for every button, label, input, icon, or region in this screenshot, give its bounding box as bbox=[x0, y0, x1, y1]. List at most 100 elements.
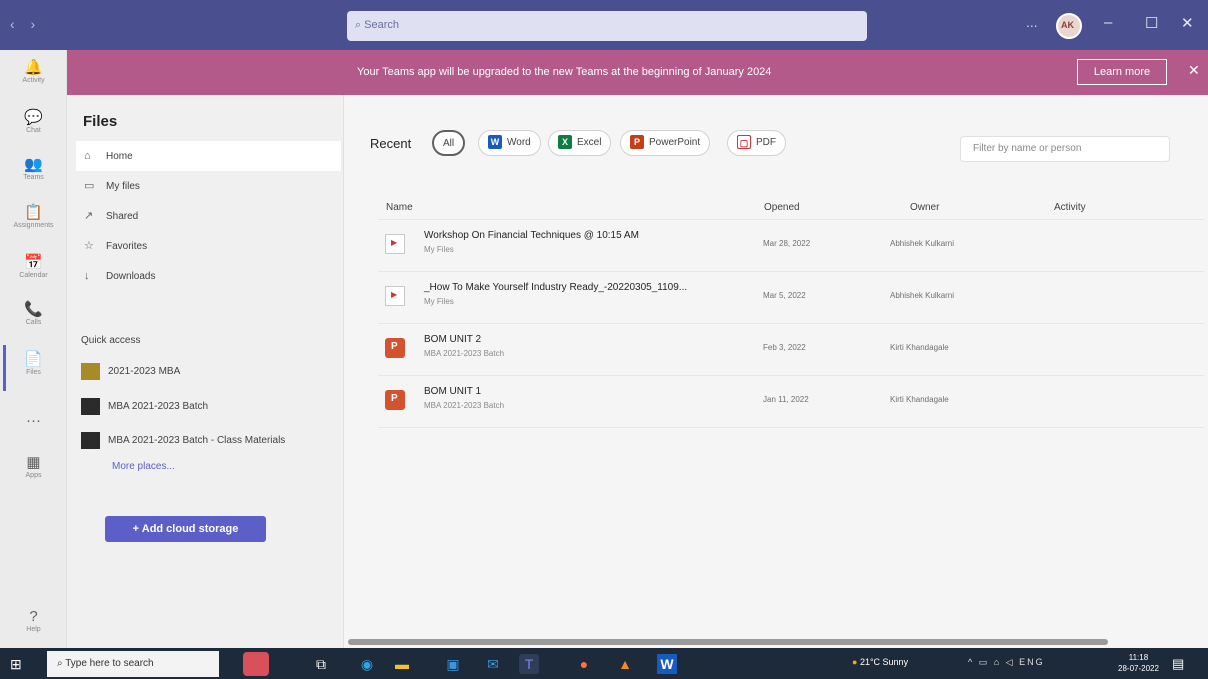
banner-message: Your Teams app will be upgraded to the n… bbox=[357, 66, 772, 78]
quick-access-title: Quick access bbox=[81, 335, 141, 346]
filter-chip-excel[interactable]: X Excel bbox=[548, 130, 612, 156]
filter-chip-word[interactable]: W Word bbox=[478, 130, 541, 156]
quick-access-item[interactable]: MBA 2021-2023 Batch bbox=[81, 396, 208, 418]
avatar-initials: AK bbox=[1061, 20, 1074, 30]
horizontal-scrollbar[interactable] bbox=[348, 639, 1108, 645]
rail-files[interactable]: 📄 Files bbox=[0, 350, 67, 376]
rail-teams[interactable]: 👥 Teams bbox=[0, 155, 67, 181]
file-row[interactable]: Workshop On Financial Techniques @ 10:15… bbox=[378, 220, 1204, 272]
file-icon: 📄 bbox=[24, 351, 43, 368]
rail-activity[interactable]: 🔔 Activity bbox=[0, 58, 67, 84]
avatar[interactable]: AK bbox=[1056, 13, 1082, 39]
folder-icon: ▭ bbox=[84, 180, 95, 192]
files-main: Recent All W Word X Excel P PowerPoint ▢ PDF… bbox=[344, 95, 1208, 648]
rail-assignments[interactable]: 📋 Assignments bbox=[0, 203, 67, 229]
file-name[interactable]: BOM UNIT 1 bbox=[424, 386, 481, 397]
phone-icon: 📞 bbox=[24, 301, 43, 318]
banner-close-icon[interactable]: ✕ bbox=[1188, 62, 1200, 79]
share-icon: ↗ bbox=[84, 210, 94, 222]
history-nav-arrows[interactable]: ‹ › bbox=[10, 16, 41, 32]
file-owner: Kirti Khandagale bbox=[890, 395, 949, 404]
upgrade-banner: Your Teams app will be upgraded to the n… bbox=[67, 50, 1208, 95]
column-header-name[interactable]: Name bbox=[386, 202, 413, 213]
column-header-owner[interactable]: Owner bbox=[910, 202, 939, 213]
rail-more[interactable]: ··· bbox=[0, 412, 67, 429]
minimize-button[interactable]: – bbox=[1104, 14, 1112, 31]
file-explorer-icon[interactable]: ▬ bbox=[392, 654, 412, 674]
nav-home[interactable]: ⌂ Home bbox=[76, 141, 341, 171]
file-row[interactable]: BOM UNIT 1 MBA 2021-2023 Batch Jan 11, 2… bbox=[378, 376, 1204, 428]
search-icon: ⌕ bbox=[355, 19, 362, 31]
nav-downloads[interactable]: ↓ Downloads bbox=[76, 261, 341, 291]
assignments-icon: 📋 bbox=[24, 204, 43, 221]
star-icon: ☆ bbox=[84, 240, 94, 252]
file-opened-date: Mar 5, 2022 bbox=[763, 291, 806, 300]
file-location: My Files bbox=[424, 297, 454, 306]
vlc-icon[interactable]: ▲ bbox=[615, 654, 635, 674]
rail-calendar[interactable]: 📅 Calendar bbox=[0, 253, 67, 279]
taskbar-search[interactable]: ⌕ Type here to search bbox=[47, 651, 219, 677]
word-icon: W bbox=[488, 135, 502, 150]
column-header-activity[interactable]: Activity bbox=[1054, 202, 1086, 213]
filter-chip-pdf[interactable]: ▢ PDF bbox=[727, 130, 786, 156]
windows-taskbar: ⊞ ⌕ Type here to search ⧉ ◉ ▬ ▣ ✉ T ● ▲ … bbox=[0, 648, 1208, 679]
notification-icon[interactable]: ▤ bbox=[1172, 656, 1184, 672]
filter-chip-all[interactable]: All bbox=[432, 130, 466, 156]
more-places-link[interactable]: More places... bbox=[112, 461, 175, 472]
nav-shared[interactable]: ↗ Shared bbox=[76, 201, 341, 231]
close-button[interactable]: ✕ bbox=[1181, 14, 1194, 32]
filter-input[interactable]: Filter by name or person bbox=[960, 136, 1170, 162]
chat-icon: 💬 bbox=[24, 109, 43, 126]
quick-access-item[interactable]: 2021-2023 MBA bbox=[81, 361, 180, 383]
file-opened-date: Mar 28, 2022 bbox=[763, 239, 811, 248]
clock[interactable]: 11:18 28-07-2022 bbox=[1118, 652, 1159, 674]
maximize-button[interactable]: ☐ bbox=[1145, 14, 1158, 32]
learn-more-button[interactable]: Learn more bbox=[1077, 59, 1167, 85]
video-file-icon bbox=[385, 234, 405, 254]
system-tray[interactable]: ^ ▭ ⌂ ◁ ENG bbox=[968, 657, 1045, 668]
sun-icon: ● bbox=[852, 657, 860, 667]
file-name[interactable]: _How To Make Yourself Industry Ready_-20… bbox=[424, 282, 687, 293]
weather-widget[interactable]: ● 21°C Sunny bbox=[852, 657, 908, 667]
rail-calls[interactable]: 📞 Calls bbox=[0, 300, 67, 326]
word-app-icon[interactable]: W bbox=[657, 654, 677, 674]
nav-my-files[interactable]: ▭ My files bbox=[76, 171, 341, 201]
files-title: Files bbox=[83, 113, 118, 130]
firefox-icon[interactable]: ● bbox=[574, 654, 594, 674]
file-name[interactable]: Workshop On Financial Techniques @ 10:15… bbox=[424, 230, 639, 241]
rail-chat[interactable]: 💬 Chat bbox=[0, 108, 67, 134]
task-view-icon[interactable]: ⧉ bbox=[311, 654, 331, 674]
apps-icon: ▦ bbox=[26, 454, 41, 471]
edge-icon[interactable]: ◉ bbox=[357, 654, 377, 674]
file-name[interactable]: BOM UNIT 2 bbox=[424, 334, 481, 345]
download-icon: ↓ bbox=[84, 270, 90, 282]
settings-more-button[interactable]: ... bbox=[1026, 14, 1038, 30]
search-box[interactable]: ⌕ Search bbox=[347, 11, 867, 41]
store-icon[interactable]: ▣ bbox=[443, 654, 463, 674]
file-opened-date: Feb 3, 2022 bbox=[763, 343, 806, 352]
file-location: My Files bbox=[424, 245, 454, 254]
pdf-icon: ▢ bbox=[737, 135, 751, 150]
teams-icon: 👥 bbox=[24, 156, 43, 173]
quick-access-item[interactable]: MBA 2021-2023 Batch - Class Materials bbox=[81, 430, 285, 452]
search-icon: ⌕ bbox=[57, 658, 66, 669]
filter-chip-powerpoint[interactable]: P PowerPoint bbox=[620, 130, 711, 156]
search-highlight-icon[interactable] bbox=[243, 652, 269, 676]
teams-app-icon[interactable]: T bbox=[519, 654, 539, 674]
nav-favorites[interactable]: ☆ Favorites bbox=[76, 231, 341, 261]
rail-help[interactable]: ? Help bbox=[0, 608, 67, 633]
add-cloud-storage-button[interactable]: + Add cloud storage bbox=[105, 516, 266, 542]
start-button[interactable]: ⊞ bbox=[10, 656, 22, 673]
file-row[interactable]: _How To Make Yourself Industry Ready_-20… bbox=[378, 272, 1204, 324]
home-icon: ⌂ bbox=[84, 150, 91, 162]
bell-icon: 🔔 bbox=[24, 59, 43, 76]
rail-apps[interactable]: ▦ Apps bbox=[0, 453, 67, 479]
mail-icon[interactable]: ✉ bbox=[483, 654, 503, 674]
column-header-opened[interactable]: Opened bbox=[764, 202, 800, 213]
file-row[interactable]: BOM UNIT 2 MBA 2021-2023 Batch Feb 3, 20… bbox=[378, 324, 1204, 376]
calendar-icon: 📅 bbox=[24, 254, 43, 271]
files-nav-pane: Files ⌂ Home ▭ My files ↗ Shared ☆ Favorites… bbox=[67, 95, 344, 648]
powerpoint-file-icon bbox=[385, 338, 405, 358]
video-file-icon bbox=[385, 286, 405, 306]
team-thumbnail bbox=[81, 397, 100, 415]
